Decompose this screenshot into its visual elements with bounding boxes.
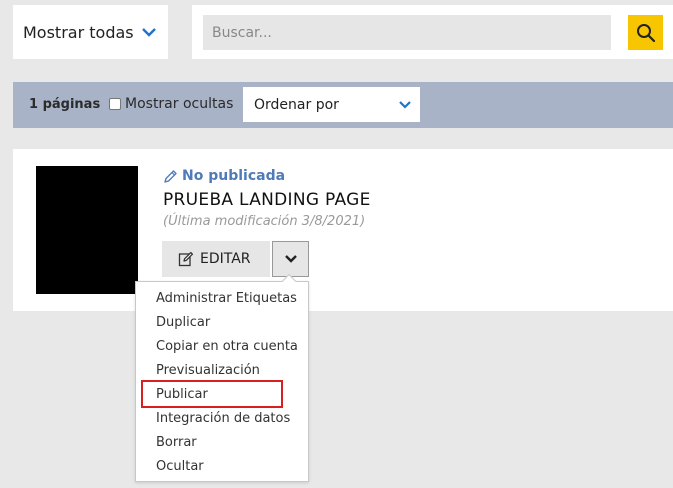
search-input[interactable]	[203, 15, 611, 50]
search-icon	[636, 23, 655, 42]
show-hidden-checkbox[interactable]: Mostrar ocultas	[109, 96, 233, 112]
edit-icon	[178, 251, 194, 267]
checkbox-box[interactable]	[109, 98, 121, 110]
edit-button[interactable]: EDITAR	[162, 241, 270, 277]
menu-item-data-integration[interactable]: Integración de datos	[156, 411, 290, 426]
chevron-down-icon	[399, 101, 411, 109]
show-all-filter-label: Mostrar todas	[23, 22, 134, 42]
page-title[interactable]: PRUEBA LANDING PAGE	[163, 190, 371, 210]
sort-select-label: Ordenar por	[254, 96, 339, 113]
show-hidden-label: Mostrar ocultas	[125, 96, 234, 112]
landing-page-card: No publicada PRUEBA LANDING PAGE (Última…	[13, 149, 673, 311]
menu-item-manage-tags[interactable]: Administrar Etiquetas	[156, 291, 297, 306]
menu-item-delete[interactable]: Borrar	[156, 435, 197, 450]
chevron-down-icon	[284, 255, 297, 263]
last-modified: (Última modificación 3/8/2021)	[163, 214, 366, 229]
page-count: 1 páginas	[29, 97, 101, 112]
actions-menu: Administrar Etiquetas Duplicar Copiar en…	[135, 273, 309, 482]
menu-item-preview[interactable]: Previsualización	[156, 363, 260, 378]
page-thumbnail[interactable]	[36, 166, 138, 294]
more-actions-toggle[interactable]	[272, 241, 309, 277]
menu-item-publish[interactable]: Publicar	[156, 387, 208, 402]
sort-select[interactable]: Ordenar por	[243, 87, 420, 122]
chevron-down-icon	[142, 28, 156, 37]
list-toolbar: 1 páginas Mostrar ocultas Ordenar por	[13, 82, 673, 128]
edit-button-label: EDITAR	[200, 251, 251, 267]
menu-item-duplicate[interactable]: Duplicar	[156, 315, 210, 330]
menu-item-copy-to-account[interactable]: Copiar en otra cuenta	[156, 339, 298, 354]
search-bar	[192, 5, 673, 59]
status-label: No publicada	[182, 168, 286, 184]
menu-item-hide[interactable]: Ocultar	[156, 459, 204, 474]
pencil-icon	[164, 169, 177, 183]
search-button[interactable]	[628, 15, 663, 50]
show-all-filter[interactable]: Mostrar todas	[13, 5, 168, 59]
status-badge: No publicada	[163, 168, 285, 184]
